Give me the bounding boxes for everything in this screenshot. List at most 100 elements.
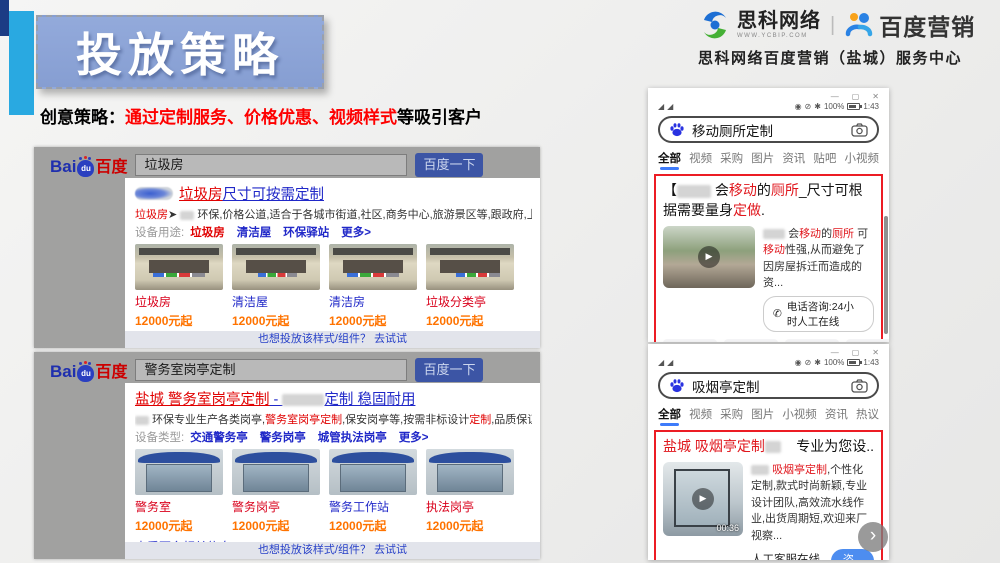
tab-video[interactable]: 视频 xyxy=(689,150,712,166)
product-thumbnail[interactable] xyxy=(329,244,417,290)
bluetooth-icon: ✱ xyxy=(814,358,821,367)
tag-link[interactable]: 街道厕所 xyxy=(785,339,839,342)
tag-link[interactable]: 环保厕所 xyxy=(663,339,717,342)
baidu-paw-icon: du xyxy=(77,160,94,177)
tag-link[interactable]: 景区厕所 xyxy=(846,339,889,342)
ad-tags: 环保厕所 移动厕所 街道厕所 景区厕所 xyxy=(663,339,874,342)
battery-percent: 100% xyxy=(824,102,844,111)
try-link[interactable]: 去试试 xyxy=(374,544,407,556)
product-thumbnail[interactable] xyxy=(232,449,320,495)
product-name-link[interactable]: 清洁房 xyxy=(329,293,417,310)
result-title-link[interactable]: 垃圾房尺寸可按需定制 xyxy=(179,183,324,204)
tag-link[interactable]: 移动厕所 xyxy=(724,339,778,342)
tab-video[interactable]: 视频 xyxy=(689,406,712,422)
filter-link[interactable]: 城管执法岗亭 xyxy=(318,432,387,444)
desktop-search-screenshot-2: Bai du 百度 警务室岗亭定制 百度一下 盐城 警务室岗亭定制 - 定制 稳… xyxy=(34,352,540,559)
product-thumbnail[interactable] xyxy=(135,449,223,495)
tab-all[interactable]: 全部 xyxy=(658,150,681,166)
mobile-screenshot-1: — ▢ ✕ ◢◢ ◉ ⊘ ✱ 100% 1:43 移动厕 xyxy=(648,88,889,342)
tab-minivideo[interactable]: 小视频 xyxy=(782,406,817,422)
product-name-link[interactable]: 垃圾分类亭 xyxy=(426,293,514,310)
tab-images[interactable]: 图片 xyxy=(751,406,774,422)
close-icon[interactable]: ✕ xyxy=(872,92,879,101)
play-icon[interactable]: ▶ xyxy=(692,488,714,510)
minimize-icon[interactable]: — xyxy=(831,92,839,101)
signal-icons: ◢◢ xyxy=(658,102,673,111)
product-name-link[interactable]: 警务岗亭 xyxy=(232,498,320,515)
result-title-link[interactable]: 盐城 警务室岗亭定制 - 定制 稳固耐用 xyxy=(135,388,415,409)
product-thumbnails xyxy=(135,244,532,290)
mobile-search-bar[interactable]: 移动厕所定制 xyxy=(658,116,879,143)
filter-link[interactable]: 更多> xyxy=(399,432,429,444)
tab-images[interactable]: 图片 xyxy=(751,150,774,166)
product-name-link[interactable]: 垃圾房 xyxy=(135,293,223,310)
mobile-search-bar[interactable]: 吸烟亭定制 xyxy=(658,372,879,399)
camera-icon[interactable] xyxy=(851,123,868,137)
search-query[interactable]: 移动厕所定制 xyxy=(692,120,844,140)
mobile-ad-card[interactable]: 盐城 吸烟亭定制 专业为您设.. ▶ 00:36 吸烟亭定制,个性化定制,款式时… xyxy=(654,430,883,560)
tab-tieba[interactable]: 贴吧 xyxy=(813,150,836,166)
filter-link[interactable]: 环保驿站 xyxy=(283,227,329,239)
product-name-link[interactable]: 警务室 xyxy=(135,498,223,515)
bluetooth-icon: ✱ xyxy=(814,102,821,111)
battery-percent: 100% xyxy=(824,358,844,367)
page-title: 投放策略 xyxy=(76,19,284,85)
tab-procurement[interactable]: 采购 xyxy=(720,150,743,166)
filter-link[interactable]: 清洁屋 xyxy=(237,227,272,239)
search-result-card: 盐城 警务室岗亭定制 - 定制 稳固耐用 环保专业生产各类岗亭,警务室岗亭定制,… xyxy=(125,383,540,559)
baidu-marketing-logo-icon xyxy=(844,10,874,40)
search-query[interactable]: 吸烟亭定制 xyxy=(692,376,844,396)
product-name-link[interactable]: 清洁屋 xyxy=(232,293,320,310)
product-name-link[interactable]: 警务工作站 xyxy=(329,498,417,515)
tab-procurement[interactable]: 采购 xyxy=(720,406,743,422)
search-input[interactable]: 垃圾房 xyxy=(135,154,407,176)
call-button[interactable]: ✆ 电话咨询:24小时人工在线 xyxy=(763,296,874,332)
scrollbar[interactable] xyxy=(884,216,888,334)
maximize-icon[interactable]: ▢ xyxy=(852,92,860,101)
tab-all[interactable]: 全部 xyxy=(658,406,681,422)
product-name-link[interactable]: 执法岗亭 xyxy=(426,498,514,515)
search-button[interactable]: 百度一下 xyxy=(415,358,483,382)
baidu-logo-cn: 百度 xyxy=(95,358,127,382)
search-button[interactable]: 百度一下 xyxy=(415,153,483,177)
video-thumbnail[interactable]: ▶ 00:36 xyxy=(663,462,743,536)
mobile-screenshot-2: — ▢ ✕ ◢◢ ◉ ⊘ ✱ 100% 1:43 吸烟亭 xyxy=(648,344,889,560)
filter-link[interactable]: 更多> xyxy=(341,227,371,239)
filter-link[interactable]: 交通警务亭 xyxy=(190,432,248,444)
search-input[interactable]: 警务室岗亭定制 xyxy=(135,359,407,381)
product-thumbnail[interactable] xyxy=(232,244,320,290)
side-accent-bar xyxy=(9,11,34,115)
camera-icon[interactable] xyxy=(851,379,868,393)
try-link[interactable]: 去试试 xyxy=(374,333,407,345)
baidu-logo-cn: 百度 xyxy=(95,153,127,177)
tab-news[interactable]: 资讯 xyxy=(782,150,805,166)
video-thumbnail[interactable]: ▶ xyxy=(663,226,755,288)
maximize-icon[interactable]: ▢ xyxy=(852,348,860,357)
corner-accent-bar xyxy=(0,0,9,36)
result-description: 垃圾房➤ 环保,价格公道,适合于各城市街道,社区,商务中心,旅游景区等,跟政府,… xyxy=(135,206,532,222)
partner-name-block: 思科网络 WWW.YCBIP.COM xyxy=(737,11,821,39)
tab-news[interactable]: 资讯 xyxy=(825,406,848,422)
close-icon[interactable]: ✕ xyxy=(872,348,879,357)
product-thumbnail[interactable] xyxy=(426,449,514,495)
sike-logo-icon xyxy=(698,8,732,42)
minimize-icon[interactable]: — xyxy=(831,348,839,357)
battery-icon xyxy=(847,359,860,366)
product-thumbnail[interactable] xyxy=(329,449,417,495)
filter-link[interactable]: 垃圾房 xyxy=(190,227,225,239)
mobile-ad-card[interactable]: 【 会移动的厕所_尺寸可根据需要量身定做. ▶ 会移动的厕所 可移动性强,从而避… xyxy=(654,174,883,342)
filter-link[interactable]: 警务岗亭 xyxy=(260,432,306,444)
censored-brand xyxy=(763,229,785,239)
status-bar: ◢◢ ◉ ⊘ ✱ 100% 1:43 xyxy=(648,357,889,367)
tab-minivideo[interactable]: 小视频 xyxy=(844,150,879,166)
play-icon[interactable]: ▶ xyxy=(698,246,720,268)
product-thumbnail[interactable] xyxy=(426,244,514,290)
product-prices: 12000元起 12000元起 12000元起 12000元起 xyxy=(135,310,532,329)
product-thumbnails xyxy=(135,449,532,495)
product-thumbnail[interactable] xyxy=(135,244,223,290)
tab-hot[interactable]: 热议 xyxy=(856,406,879,422)
arrow-icon: ➤ xyxy=(168,209,177,221)
promo-bar: 也想投放该样式/组件？ 去试试 xyxy=(125,542,540,559)
window-controls: — ▢ ✕ xyxy=(648,344,889,357)
next-arrow-button[interactable]: › xyxy=(858,522,888,552)
